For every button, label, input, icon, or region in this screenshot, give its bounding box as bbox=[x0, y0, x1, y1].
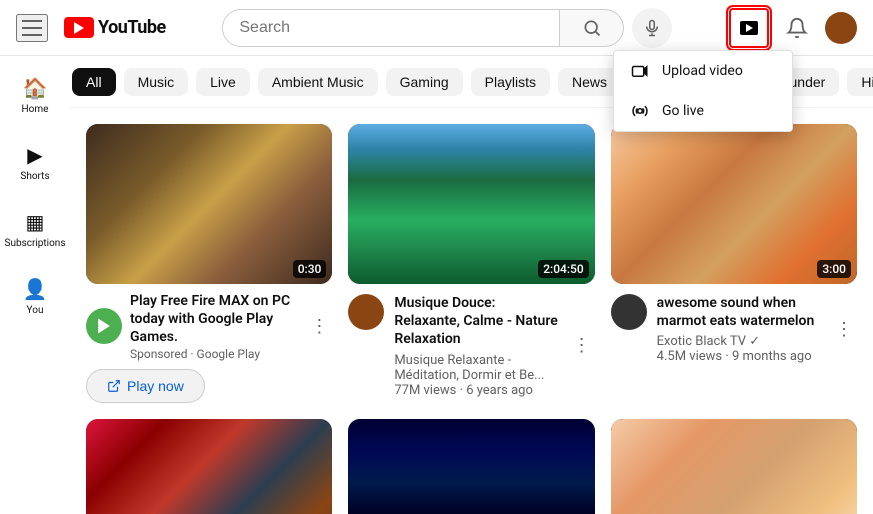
video-card-v5[interactable]: 12:06:19 Dark Ambient Music - Deep Space… bbox=[348, 419, 594, 514]
logo-text: YouTube bbox=[98, 17, 166, 38]
header-right bbox=[729, 8, 857, 48]
video-card-v2[interactable]: 2:04:50 Musique Douce: Relaxante, Calme … bbox=[348, 124, 594, 403]
external-link-icon bbox=[107, 379, 121, 393]
youtube-logo[interactable]: YouTube bbox=[64, 17, 166, 38]
go-live-item[interactable]: Go live bbox=[614, 91, 792, 131]
more-options-button[interactable]: ⋮ bbox=[306, 316, 332, 337]
search-input-wrap bbox=[222, 9, 560, 47]
card-info: awesome sound when marmot eats watermelo… bbox=[611, 294, 857, 364]
search-button[interactable] bbox=[560, 9, 624, 47]
mic-button[interactable] bbox=[632, 8, 672, 48]
card-channel: Exotic Black TV ✓ bbox=[657, 334, 821, 349]
category-all[interactable]: All bbox=[72, 68, 116, 96]
card-text: Musique Douce: Relaxante, Calme - Nature… bbox=[394, 294, 558, 398]
sidebar-label-shorts: Shorts bbox=[20, 171, 49, 182]
video-card-v3[interactable]: 3:00 awesome sound when marmot eats wate… bbox=[611, 124, 857, 403]
main-content: 0:30 Play Free Fire MAX on PC today with… bbox=[70, 108, 873, 514]
upload-video-label: Upload video bbox=[662, 63, 743, 79]
duration-badge: 0:30 bbox=[293, 260, 327, 278]
thumb-wrap: 8:00:29 bbox=[86, 419, 332, 514]
video-upload-icon bbox=[630, 61, 650, 81]
category-playlists[interactable]: Playlists bbox=[471, 68, 550, 96]
ad-details: Play Free Fire MAX on PC today with Goog… bbox=[130, 292, 298, 361]
go-live-icon bbox=[630, 101, 650, 121]
create-icon bbox=[740, 21, 758, 35]
card-meta: 4.5M views · 9 months ago bbox=[657, 349, 821, 364]
video-card-v4[interactable]: 8:00:29 Spider-Man lo-fi beats Marvel Mu… bbox=[86, 419, 332, 514]
upload-video-item[interactable]: Upload video bbox=[614, 51, 792, 91]
duration-badge: 2:04:50 bbox=[538, 260, 588, 278]
sidebar-item-shorts[interactable]: ▶ Shorts bbox=[0, 131, 70, 194]
ad-sponsored: Sponsored · Google Play bbox=[130, 347, 298, 361]
thumb-wrap bbox=[611, 419, 857, 514]
ad-info: Play Free Fire MAX on PC today with Goog… bbox=[86, 292, 332, 361]
menu-button[interactable] bbox=[16, 14, 48, 42]
thumb-wrap: 12:06:19 bbox=[348, 419, 594, 514]
go-live-label: Go live bbox=[662, 103, 704, 119]
sidebar-label-home: Home bbox=[22, 104, 49, 115]
subscriptions-icon: ▦ bbox=[26, 210, 45, 234]
card-title: awesome sound when marmot eats watermelo… bbox=[657, 294, 821, 330]
more-options-button[interactable]: ⋮ bbox=[831, 294, 857, 364]
card-channel: Musique Relaxante - Méditation, Dormir e… bbox=[394, 353, 558, 383]
create-button[interactable] bbox=[729, 8, 769, 48]
bell-icon bbox=[786, 17, 808, 39]
video-grid: 0:30 Play Free Fire MAX on PC today with… bbox=[86, 124, 857, 514]
home-icon: 🏠 bbox=[23, 76, 48, 100]
category-live[interactable]: Live bbox=[196, 68, 250, 96]
sidebar: 🏠 Home ▶ Shorts ▦ Subscriptions 👤 You bbox=[0, 56, 70, 514]
category-news[interactable]: News bbox=[558, 68, 621, 96]
youtube-logo-icon bbox=[64, 17, 94, 38]
thumb-wrap: 2:04:50 bbox=[348, 124, 594, 284]
notifications-button[interactable] bbox=[777, 8, 817, 48]
play-now-button[interactable]: Play now bbox=[86, 369, 205, 403]
header-left: YouTube bbox=[16, 14, 166, 42]
card-info: Musique Douce: Relaxante, Calme - Nature… bbox=[348, 294, 594, 398]
search-icon bbox=[582, 18, 602, 38]
category-ambient-music[interactable]: Ambient Music bbox=[258, 68, 378, 96]
card-title: Musique Douce: Relaxante, Calme - Nature… bbox=[394, 294, 558, 349]
more-options-button[interactable]: ⋮ bbox=[569, 294, 595, 398]
sidebar-item-subscriptions[interactable]: ▦ Subscriptions bbox=[0, 198, 70, 261]
mic-icon bbox=[643, 19, 661, 37]
ad-title: Play Free Fire MAX on PC today with Goog… bbox=[130, 292, 298, 347]
thumb-wrap: 0:30 bbox=[86, 124, 332, 284]
category-history[interactable]: History bbox=[847, 68, 873, 96]
card-meta: 77M views · 6 years ago bbox=[394, 383, 558, 398]
video-card-v1[interactable]: 0:30 Play Free Fire MAX on PC today with… bbox=[86, 124, 332, 403]
search-bar bbox=[222, 8, 672, 48]
search-input[interactable] bbox=[223, 10, 559, 46]
duration-badge: 3:00 bbox=[817, 260, 851, 278]
header: YouTube bbox=[0, 0, 873, 56]
thumb-wrap: 3:00 bbox=[611, 124, 857, 284]
channel-avatar bbox=[348, 294, 384, 330]
category-gaming[interactable]: Gaming bbox=[386, 68, 463, 96]
sidebar-item-you[interactable]: 👤 You bbox=[0, 265, 70, 328]
avatar[interactable] bbox=[825, 12, 857, 44]
video-card-v6[interactable]: Dance Performance - Summer Vibes Dance S… bbox=[611, 419, 857, 514]
create-dropdown: Upload video Go live bbox=[613, 50, 793, 132]
channel-avatar bbox=[611, 294, 647, 330]
category-music[interactable]: Music bbox=[124, 68, 189, 96]
shorts-icon: ▶ bbox=[27, 143, 42, 167]
sidebar-label-subscriptions: Subscriptions bbox=[5, 238, 66, 249]
card-text: awesome sound when marmot eats watermelo… bbox=[657, 294, 821, 364]
sidebar-label-you: You bbox=[27, 305, 44, 316]
sidebar-item-home[interactable]: 🏠 Home bbox=[0, 64, 70, 127]
ad-avatar bbox=[86, 308, 122, 344]
you-icon: 👤 bbox=[23, 277, 48, 301]
